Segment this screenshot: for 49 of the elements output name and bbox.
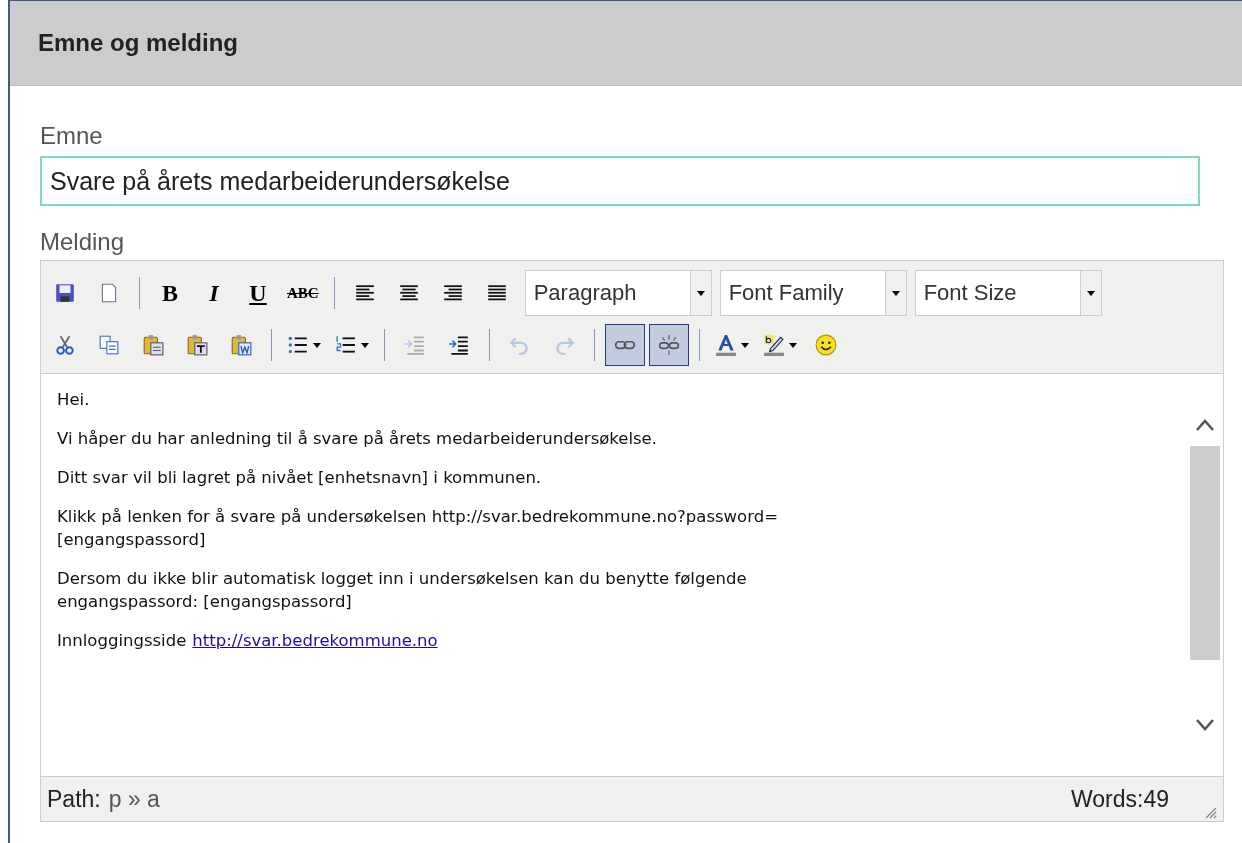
- format-button[interactable]: ABC: [282, 272, 324, 314]
- caret-icon: [696, 290, 705, 296]
- paste-icon: [142, 334, 164, 356]
- format-button[interactable]: U: [238, 272, 278, 314]
- paste-word-icon: [230, 334, 252, 356]
- scrollbar-thumb[interactable]: [1190, 446, 1220, 660]
- unlink-icon: [658, 334, 680, 356]
- caret-icon: [313, 342, 321, 348]
- text-color-icon: [715, 334, 737, 356]
- field-label: Emne: [40, 122, 104, 150]
- path-label: Path:: [47, 785, 101, 813]
- message-text: Ditt svar vil bli lagret på nivået [enhetsnavn] i kommunen.: [57, 468, 542, 487]
- paste-text-icon: [186, 334, 208, 356]
- format-button[interactable]: B: [150, 272, 190, 314]
- caret-icon: [361, 342, 369, 348]
- caret-icon: [741, 342, 749, 348]
- resize-grip-icon[interactable]: [1203, 805, 1217, 819]
- message-text: Dersom du ikke blir automatisk logget inn i undersøkelsen kan du benytte følgende: [57, 568, 748, 590]
- caret-icon: [789, 342, 797, 348]
- indent-icon: [448, 334, 470, 356]
- caret-icon: [891, 290, 900, 296]
- link[interactable]: http://svar.bedrekommune.no: [192, 631, 438, 650]
- panel-title: Emne og melding: [38, 29, 238, 57]
- element-path: p » a: [108, 785, 160, 813]
- copy-icon: [98, 334, 120, 356]
- bullet-list-icon: [287, 334, 309, 356]
- message-text: [engangspassord]: [57, 529, 207, 551]
- scroll-up-icon[interactable]: [1195, 418, 1215, 432]
- save-icon: [54, 282, 76, 304]
- dropdown[interactable]: Font Family: [719, 270, 907, 316]
- field-label: Melding: [40, 228, 126, 256]
- format-button[interactable]: I: [194, 272, 234, 314]
- message-text: Klikk på lenken for å svare på undersøkelsen http://svar.bedrekommune.no?password=: [57, 506, 779, 528]
- scroll-down-icon[interactable]: [1195, 718, 1215, 732]
- unlink-button[interactable]: [649, 324, 689, 366]
- dropdown[interactable]: Paragraph: [524, 270, 712, 316]
- smiley-icon: [815, 334, 837, 356]
- word-count: Words:49: [1071, 785, 1169, 813]
- caret-icon: [1086, 290, 1095, 296]
- highlight-icon: [763, 334, 785, 356]
- message-text: engangspassord: [engangspassord]: [57, 591, 353, 613]
- message-text: Vi håper du har anledning til å svare på årets medarbeiderundersøkelse.: [57, 429, 658, 448]
- outdent-icon: [404, 334, 426, 356]
- message-text: Innloggingsside: [57, 631, 187, 650]
- dropdown[interactable]: Font Size: [914, 270, 1102, 316]
- link-button[interactable]: [605, 324, 645, 366]
- subject-field[interactable]: Svare på årets medarbeiderundersøkelse: [40, 156, 1200, 206]
- cut-icon: [54, 334, 76, 356]
- message-text: Hei.: [57, 390, 90, 409]
